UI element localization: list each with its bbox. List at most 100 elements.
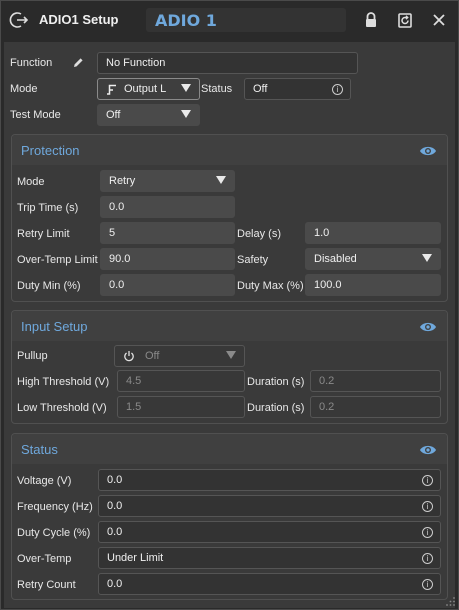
duty-max-label: Duty Max (%) bbox=[237, 280, 304, 292]
duty-max-input[interactable]: 100.0 bbox=[305, 274, 441, 296]
retry-count-label: Retry Count bbox=[17, 579, 76, 591]
trip-time-value: 0.0 bbox=[109, 201, 125, 213]
resize-grip-icon[interactable] bbox=[444, 595, 456, 607]
adio-setup-window: ADIO1 Setup ADIO 1 Function No Function … bbox=[0, 0, 459, 610]
over-temp-label: Over-Temp bbox=[17, 553, 72, 565]
chevron-down-icon bbox=[422, 254, 432, 262]
low-threshold-value: 1.5 bbox=[126, 401, 142, 413]
duty-cycle-field: 0.0 i bbox=[98, 521, 441, 543]
duty-cycle-label: Duty Cycle (%) bbox=[17, 527, 91, 539]
low-duration-value: 0.2 bbox=[319, 401, 335, 413]
mode-select[interactable]: Output L bbox=[97, 78, 200, 100]
low-duration-label: Duration (s) bbox=[247, 402, 305, 414]
high-duration-label: Duration (s) bbox=[247, 376, 305, 388]
status-label: Status bbox=[201, 83, 233, 95]
input-setup-header: Input Setup bbox=[12, 311, 447, 341]
protection-panel: Protection Mode Retry Trip Time (s) 0.0 … bbox=[11, 134, 448, 302]
voltage-field: 0.0 i bbox=[98, 469, 441, 491]
input-setup-title: Input Setup bbox=[21, 319, 88, 334]
safety-label: Safety bbox=[237, 254, 269, 266]
status-panel: Status Voltage (V) 0.0 i Frequency (Hz) … bbox=[11, 433, 448, 600]
test-mode-select[interactable]: Off bbox=[97, 104, 200, 126]
test-mode-value: Off bbox=[106, 109, 121, 121]
retry-limit-value: 5 bbox=[109, 227, 116, 239]
protection-mode-value: Retry bbox=[109, 175, 136, 187]
chevron-down-icon bbox=[181, 110, 191, 118]
close-icon[interactable] bbox=[429, 10, 449, 30]
function-label: Function bbox=[10, 57, 53, 69]
status-title: Status bbox=[21, 442, 58, 457]
retry-count-value: 0.0 bbox=[107, 578, 123, 590]
exit-icon[interactable] bbox=[9, 10, 29, 30]
over-temp-limit-input[interactable]: 90.0 bbox=[100, 248, 235, 270]
protection-mode-select[interactable]: Retry bbox=[100, 170, 235, 192]
info-icon[interactable]: i bbox=[332, 84, 343, 95]
pullup-label: Pullup bbox=[17, 350, 48, 362]
duty-cycle-value: 0.0 bbox=[107, 526, 123, 538]
frequency-field: 0.0 i bbox=[98, 495, 441, 517]
low-duration-input[interactable]: 0.2 bbox=[310, 396, 441, 418]
delay-input[interactable]: 1.0 bbox=[305, 222, 441, 244]
eye-icon[interactable] bbox=[419, 321, 437, 333]
frequency-label: Frequency (Hz) bbox=[17, 501, 93, 513]
safety-value: Disabled bbox=[314, 253, 357, 265]
delay-value: 1.0 bbox=[314, 227, 330, 239]
duty-min-input[interactable]: 0.0 bbox=[100, 274, 235, 296]
retry-limit-input[interactable]: 5 bbox=[100, 222, 235, 244]
protection-title: Protection bbox=[21, 143, 80, 158]
mode-label: Mode bbox=[10, 83, 38, 95]
info-icon[interactable]: i bbox=[422, 527, 433, 538]
protection-header: Protection bbox=[12, 135, 447, 165]
high-duration-value: 0.2 bbox=[319, 375, 335, 387]
over-temp-limit-value: 90.0 bbox=[109, 253, 131, 265]
device-name-field[interactable]: ADIO 1 bbox=[146, 8, 346, 32]
duty-min-label: Duty Min (%) bbox=[17, 280, 81, 292]
trip-time-input[interactable]: 0.0 bbox=[100, 196, 235, 218]
info-icon[interactable]: i bbox=[422, 475, 433, 486]
retry-limit-label: Retry Limit bbox=[17, 228, 70, 240]
voltage-value: 0.0 bbox=[107, 474, 123, 486]
chevron-down-icon bbox=[216, 176, 226, 184]
chevron-down-icon bbox=[226, 351, 236, 359]
over-temp-value: Under Limit bbox=[107, 552, 164, 564]
delay-label: Delay (s) bbox=[237, 228, 282, 240]
voltage-label: Voltage (V) bbox=[17, 475, 72, 487]
info-icon[interactable]: i bbox=[422, 501, 433, 512]
retry-count-field: 0.0 i bbox=[98, 573, 441, 595]
duty-max-value: 100.0 bbox=[314, 279, 342, 291]
over-temp-limit-label: Over-Temp Limit bbox=[17, 254, 98, 266]
test-mode-label: Test Mode bbox=[10, 109, 61, 121]
title-bar: ADIO1 Setup ADIO 1 bbox=[1, 1, 458, 39]
protection-mode-label: Mode bbox=[17, 176, 45, 188]
safety-select[interactable]: Disabled bbox=[305, 248, 441, 270]
edit-pencil-icon[interactable] bbox=[72, 56, 85, 69]
pullup-value: Off bbox=[145, 350, 160, 362]
function-value: No Function bbox=[106, 57, 166, 69]
status-value: Off bbox=[253, 83, 268, 95]
high-threshold-label: High Threshold (V) bbox=[17, 376, 110, 388]
input-setup-panel: Input Setup Pullup Off High Threshold (V… bbox=[11, 310, 448, 424]
over-temp-field: Under Limit i bbox=[98, 547, 441, 569]
chevron-down-icon bbox=[181, 84, 191, 92]
output-mode-icon bbox=[107, 84, 116, 95]
power-icon bbox=[124, 351, 134, 362]
status-field: Off i bbox=[244, 78, 351, 100]
duty-min-value: 0.0 bbox=[109, 279, 125, 291]
function-field[interactable]: No Function bbox=[97, 52, 358, 74]
mode-value: Output L bbox=[124, 83, 167, 95]
info-icon[interactable]: i bbox=[422, 579, 433, 590]
low-threshold-label: Low Threshold (V) bbox=[17, 402, 107, 414]
setup-content: Function No Function Mode Output L Statu… bbox=[4, 42, 455, 608]
info-icon[interactable]: i bbox=[422, 553, 433, 564]
frequency-value: 0.0 bbox=[107, 500, 123, 512]
low-threshold-input[interactable]: 1.5 bbox=[117, 396, 245, 418]
pullup-select[interactable]: Off bbox=[114, 345, 245, 367]
high-threshold-input[interactable]: 4.5 bbox=[117, 370, 245, 392]
high-duration-input[interactable]: 0.2 bbox=[310, 370, 441, 392]
reset-icon[interactable] bbox=[395, 10, 415, 30]
eye-icon[interactable] bbox=[419, 444, 437, 456]
eye-icon[interactable] bbox=[419, 145, 437, 157]
status-header: Status bbox=[12, 434, 447, 464]
window-title: ADIO1 Setup bbox=[39, 12, 119, 27]
lock-icon[interactable] bbox=[361, 10, 381, 30]
